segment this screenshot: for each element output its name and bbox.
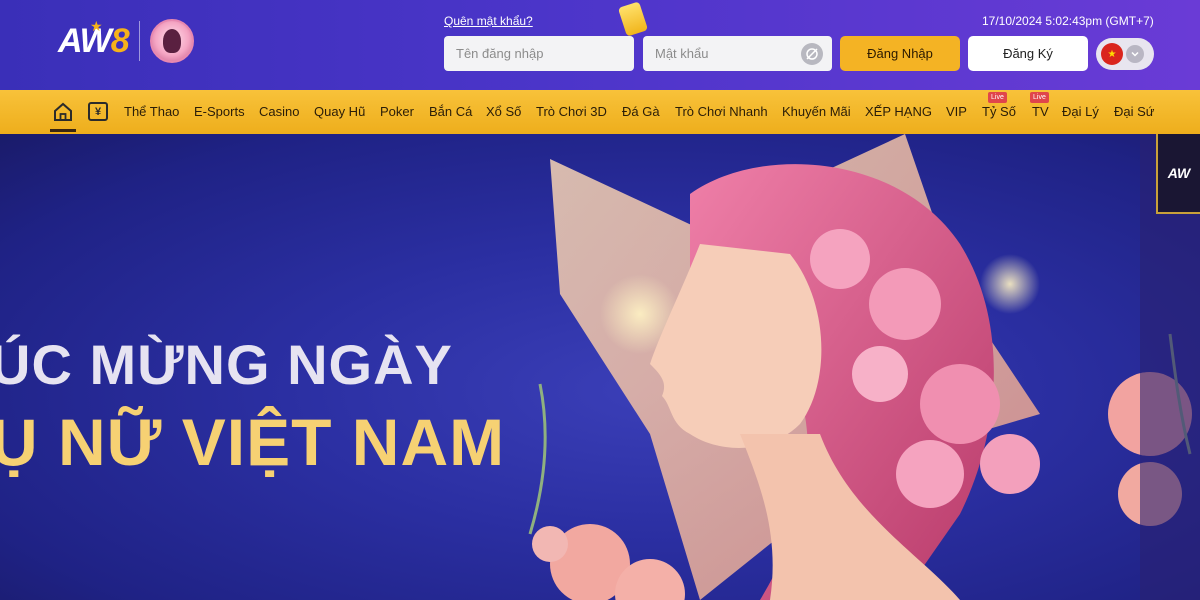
header: ★ AW8 Quên mật khẩu? 17/10/2024 5:02:43p… <box>0 0 1200 90</box>
login-button[interactable]: Đăng Nhập <box>840 36 960 71</box>
lantern-icon <box>617 1 649 37</box>
register-button[interactable]: Đăng Ký <box>968 36 1088 71</box>
banner-headline-line2: Ụ NỮ VIỆT NAM <box>0 405 506 479</box>
language-selector[interactable]: ★ <box>1096 38 1154 70</box>
site-logo[interactable]: ★ AW8 <box>58 16 194 66</box>
promotion-icon[interactable]: ¥ <box>88 102 108 121</box>
star-icon: ★ <box>90 18 103 34</box>
corner-logo-sign: AW <box>1156 134 1200 214</box>
datetime-display: 17/10/2024 5:02:43pm (GMT+7) <box>982 14 1154 28</box>
nav-item-tro-choi-nhanh[interactable]: Trò Chơi Nhanh <box>675 104 768 119</box>
nav-item-the-thao[interactable]: Thể Thao <box>124 104 179 119</box>
banner-headline-line1: ÚC MỪNG NGÀY <box>0 333 453 396</box>
username-input[interactable] <box>444 36 634 71</box>
nav-item-tro-choi-3d[interactable]: Trò Chơi 3D <box>536 104 607 119</box>
nav-item-khuyen-mai[interactable]: Khuyến Mãi <box>782 104 851 119</box>
nav-item-xep-hang[interactable]: XẾP HẠNG <box>865 104 932 119</box>
nav-item-quay-hu[interactable]: Quay Hũ <box>314 104 365 119</box>
nav-item-casino[interactable]: Casino <box>259 104 299 119</box>
hero-banner[interactable]: ÚC MỪNG NGÀY Ụ NỮ VIỆT NAM AW <box>0 134 1200 600</box>
nav-item-ban-ca[interactable]: Bắn Cá <box>429 104 472 119</box>
nav-item-vip[interactable]: VIP <box>946 104 967 119</box>
live-badge: Live <box>988 92 1007 103</box>
logo-divider <box>138 21 140 61</box>
main-nav: ¥ Thể Thao E-Sports Casino Quay Hũ Poker… <box>0 90 1200 134</box>
eye-off-icon[interactable] <box>801 43 823 65</box>
chevron-down-icon <box>1126 45 1144 63</box>
nav-item-ty-so[interactable]: Tỷ Số <box>982 104 1016 119</box>
forgot-password-link[interactable]: Quên mật khẩu? <box>444 14 533 28</box>
nav-item-esports[interactable]: E-Sports <box>194 104 245 119</box>
nav-item-xo-so[interactable]: Xổ Số <box>486 104 521 119</box>
nav-item-dai-ly[interactable]: Đại Lý <box>1062 104 1099 119</box>
vietnam-flag-icon: ★ <box>1101 43 1123 65</box>
nav-item-poker[interactable]: Poker <box>380 104 414 119</box>
nav-item-dai-su[interactable]: Đại Sứ <box>1114 104 1155 119</box>
nav-item-tv[interactable]: TV <box>1032 104 1049 119</box>
home-icon[interactable] <box>52 101 74 123</box>
live-badge: Live <box>1030 92 1049 103</box>
active-tab-indicator <box>50 129 76 132</box>
womens-day-badge-icon <box>149 19 194 63</box>
nav-item-da-ga[interactable]: Đá Gà <box>622 104 660 119</box>
